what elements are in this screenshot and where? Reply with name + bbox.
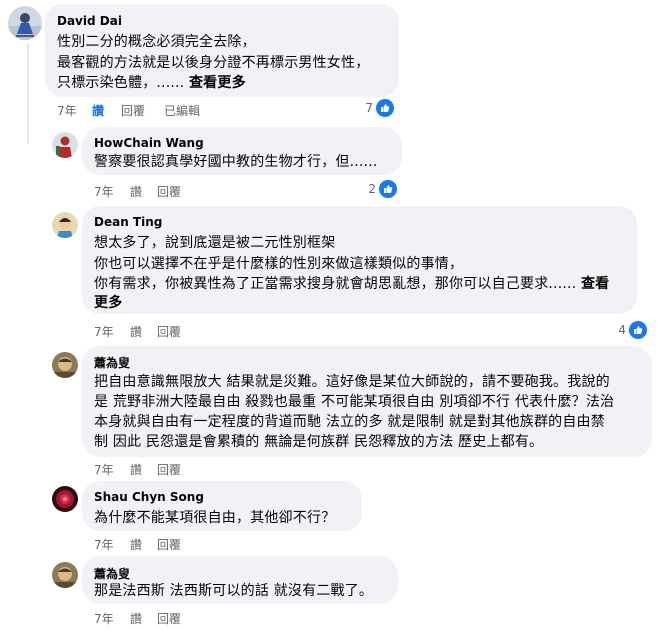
avatar[interactable] <box>52 562 78 588</box>
like-button[interactable]: 讚 <box>130 610 142 627</box>
timestamp[interactable]: 7年 <box>94 610 114 627</box>
comment-meta: 7年 讚 回覆 <box>94 610 214 626</box>
comment-text-line: 那是法西斯 法西斯可以的話 就沒有二戰了。 <box>94 583 374 599</box>
reply-button[interactable]: 回覆 <box>157 610 181 627</box>
comment-xiao-weisou-2: 蕭為叟 那是法西斯 法西斯可以的話 就沒有二戰了。 7年 讚 回覆 <box>0 0 660 630</box>
